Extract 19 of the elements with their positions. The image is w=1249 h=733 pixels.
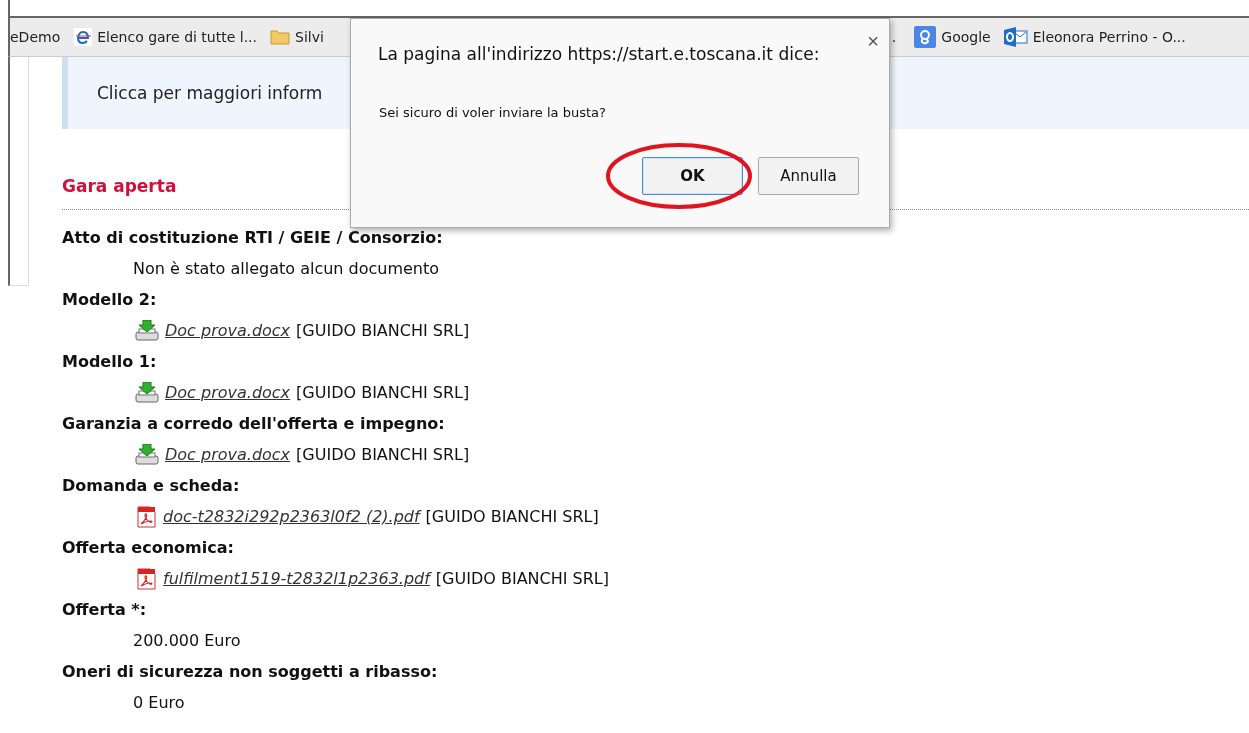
dialog-title: La pagina all'indirizzo https://start.e.toscana.it dice: [378,44,820,64]
owner-name: [GUIDO BIANCHI SRL] [296,445,470,464]
field-label: Atto di costituzione RTI / GEIE / Consorzio: [62,227,444,249]
section-title: Gara aperta [62,176,178,196]
field-label: Garanzia a corredo dell'offerta e impegno: [62,413,446,435]
field-value: 0 Euro [133,693,185,712]
field-value: 200.000 Euro [133,631,241,650]
owner-name: [GUIDO BIANCHI SRL] [435,569,609,588]
owner-name: [GUIDO BIANCHI SRL] [425,507,599,526]
field-label: Oneri di sicurezza non soggetti a ribasso: [62,661,439,683]
owner-name: [GUIDO BIANCHI SRL] [296,383,470,402]
dialog-message: Sei sicuro di voler inviare la busta? [379,105,606,120]
field-label: Modello 2: [62,289,158,311]
field-label: Modello 1: [62,351,158,373]
field-label: Offerta *: [62,599,148,621]
field-value: Non è stato allegato alcun documento [133,259,440,278]
field-label: Domanda e scheda: [62,475,241,497]
field-label: Offerta economica: [62,537,235,559]
owner-name: [GUIDO BIANCHI SRL] [296,321,470,340]
